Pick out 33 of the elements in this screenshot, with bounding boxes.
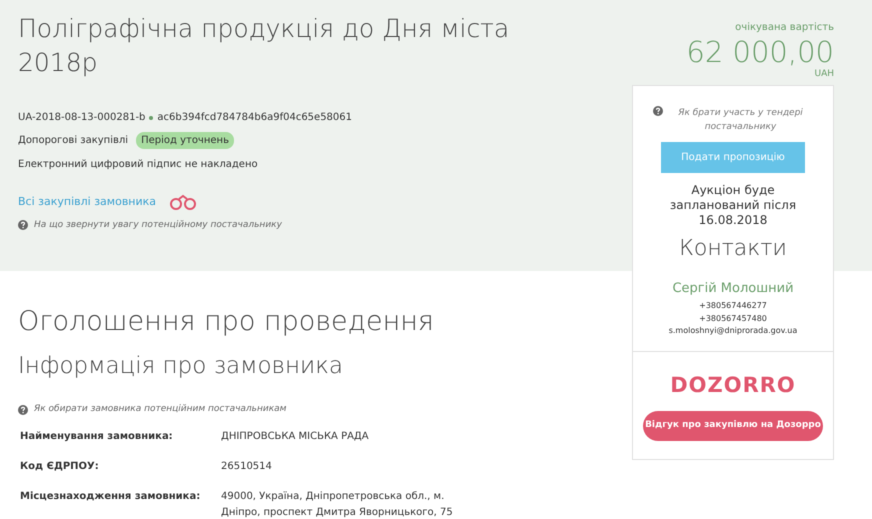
announcement-heading: Оголошення про проведення	[18, 305, 435, 339]
help-icon	[18, 220, 28, 230]
participation-hint[interactable]: Як брати участь у тендері постачальнику	[668, 106, 813, 134]
dozorro-logo: DOZORRO	[670, 372, 796, 398]
tender-title: Поліграфічна продукція до Дня міста 2018р	[18, 13, 510, 79]
status-badge: Період уточнень	[136, 132, 234, 149]
field-value: 49000, Україна, Дніпропетровська обл., м. Дніпро, проспект Дмитра Яворницького, 75	[221, 490, 454, 519]
help-icon	[18, 404, 28, 415]
currency: UAH	[814, 69, 834, 79]
contacts-heading: Контакти	[679, 235, 787, 263]
signature-note: Електронний цифровий підпис не накладено	[18, 158, 259, 172]
procedure-type: Допорогові закупівлі	[18, 134, 128, 148]
expected-value-amount: 62 000,00	[686, 35, 834, 69]
expected-value-label: очікувана вартість	[735, 21, 834, 35]
field-label: Місцезнаходження замовника:	[20, 490, 202, 504]
section-heading: Інформація про замовника	[18, 352, 344, 381]
supplier-hint[interactable]: На що звернути увагу потенційному постачальнику	[34, 218, 282, 232]
field-value: ДНІПРОВСЬКА МІСЬКА РАДА	[221, 430, 370, 444]
tender-id: UA-2018-08-13-000281-b	[18, 111, 146, 125]
field-label: Код ЄДРПОУ:	[20, 460, 100, 474]
binoculars-icon	[168, 194, 198, 210]
feedback-button[interactable]: Відгук про закупівлю на Дозорро	[643, 411, 823, 441]
contact-name: Сергій Молошний	[672, 280, 794, 298]
help-icon	[653, 106, 663, 116]
field-label: Найменування замовника:	[20, 430, 174, 444]
field-value: 26510514	[221, 460, 273, 474]
contact-email: s.moloshnyi@dniprorada.gov.ua	[668, 324, 798, 336]
customer-tenders-link[interactable]: Всі закупівлі замовника	[18, 194, 156, 210]
tender-hash: ac6b394fcd784784b6a9f04c65e58061	[157, 111, 352, 125]
customer-hint[interactable]: Як обирати замовника потенційним постачальникам	[34, 403, 286, 416]
contact-phone: +380567457480	[699, 312, 767, 324]
auction-note: Аукціон буде запланований після 16.08.2018	[668, 183, 798, 228]
contact-phone: +380567446277	[699, 300, 767, 312]
